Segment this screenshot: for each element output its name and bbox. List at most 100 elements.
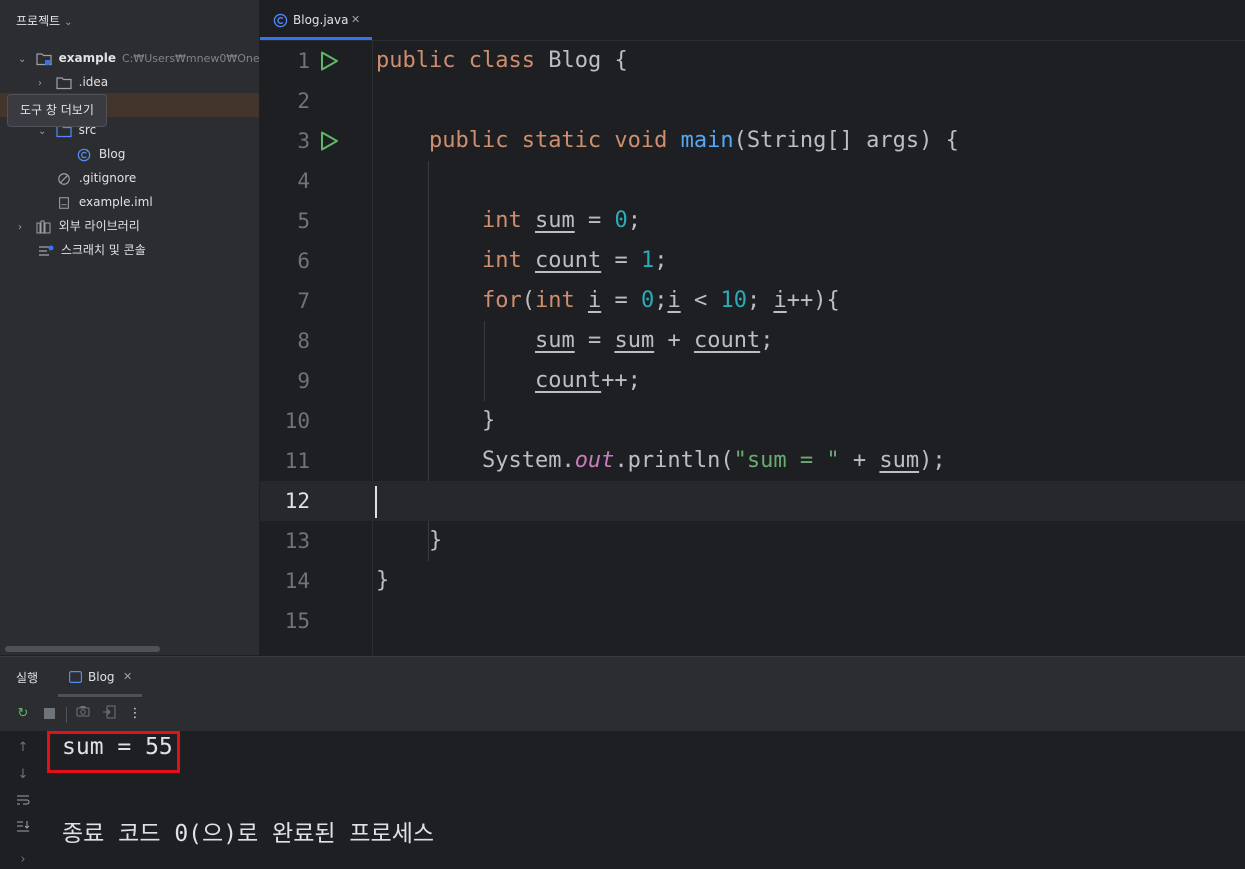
line-number: 7 — [297, 289, 310, 313]
line-number: 13 — [284, 529, 310, 553]
line-number: 6 — [297, 249, 310, 273]
tree-item-example[interactable]: ⌄ example C:₩Users₩mnew0₩OneDriv — [18, 46, 282, 70]
attach-icon[interactable] — [100, 705, 118, 723]
run-toolbar: ↻ ⋮ — [0, 697, 1245, 732]
run-panel-title: 실행 — [16, 671, 39, 685]
tree-item-label: example — [58, 51, 116, 65]
tree-item-external-libraries[interactable]: › 외부 라이브러리 — [18, 214, 140, 238]
line-number: 8 — [297, 329, 310, 353]
code-line: 10 } — [260, 401, 1245, 441]
tooltip: 도구 창 더보기 — [7, 94, 107, 127]
code-line: 3 public static void main(String[] args)… — [260, 121, 1245, 161]
current-code-line: 12 — [260, 481, 1245, 521]
ignored-file-icon — [58, 172, 70, 185]
editor-tab-bar: Blog.java ✕ — [260, 0, 1245, 41]
chevron-down-icon: ⌄ — [64, 17, 73, 28]
tree-item-label: example.iml — [78, 195, 153, 209]
module-folder-icon — [36, 52, 52, 65]
code-line: 7 for(int i = 0;i < 10; i++){ — [260, 281, 1245, 321]
code-line: 4 — [260, 161, 1245, 201]
code-line: 6 int count = 1; — [260, 241, 1245, 281]
code-line: 5 int sum = 0; — [260, 201, 1245, 241]
scroll-to-end-icon[interactable] — [14, 820, 32, 836]
more-options-icon[interactable]: ⋮ — [126, 705, 144, 723]
code-line: 14 } — [260, 561, 1245, 601]
code-line: 13 } — [260, 521, 1245, 561]
soft-wrap-icon[interactable] — [14, 794, 32, 810]
console-exit-message: 종료 코드 0(으)로 완료된 프로세스 — [62, 821, 435, 847]
module-file-icon — [59, 196, 69, 209]
chevron-right-icon[interactable]: › — [18, 216, 32, 240]
tree-item-label: .gitignore — [78, 171, 137, 185]
code-text: for(int i = 0;i < 10; i++){ — [481, 288, 840, 313]
arrow-down-icon[interactable]: ↓ — [14, 767, 32, 782]
folder-icon — [56, 76, 72, 89]
tree-item-example-iml[interactable]: example.iml — [56, 190, 153, 214]
run-panel-header: 실행 Blog ✕ — [0, 657, 1245, 697]
code-line: 15 — [260, 601, 1245, 641]
code-line: 8 sum = sum + count; — [260, 321, 1245, 361]
line-number: 12 — [284, 489, 310, 513]
tree-item-label: .idea — [78, 75, 109, 89]
code-text: public static void main(String[] args) { — [428, 128, 959, 153]
library-icon — [36, 220, 51, 233]
line-number: 14 — [284, 569, 310, 593]
line-number: 4 — [297, 169, 310, 193]
code-text: } — [376, 568, 390, 593]
console-side-toolbar: ↑ ↓ › — [0, 732, 45, 869]
tab-blog-java[interactable]: Blog.java ✕ — [260, 0, 372, 40]
line-number: 11 — [284, 449, 310, 473]
arrow-up-icon[interactable]: ↑ — [14, 740, 32, 755]
tree-item-label: 외부 라이브러리 — [58, 219, 140, 233]
code-text: public class Blog { — [376, 48, 628, 73]
console-icon — [69, 671, 82, 683]
code-text: sum = sum + count; — [534, 328, 774, 353]
tree-item-label: 스크래치 및 콘솔 — [60, 243, 146, 257]
horizontal-scrollbar[interactable] — [5, 646, 160, 652]
camera-icon[interactable] — [74, 705, 92, 723]
close-icon[interactable]: ✕ — [351, 0, 360, 40]
tab-label: Blog — [88, 670, 115, 684]
line-number: 5 — [297, 209, 310, 233]
tab-label: Blog.java — [293, 13, 349, 27]
project-panel-title: 프로젝트 — [16, 14, 61, 28]
java-class-icon — [273, 13, 288, 28]
tree-item-scratches[interactable]: 스크래치 및 콘솔 — [38, 238, 146, 262]
highlight-annotation-box — [47, 731, 180, 773]
tab-run-blog[interactable]: Blog ✕ — [58, 657, 142, 697]
code-line: 9 count++; — [260, 361, 1245, 401]
line-number: 9 — [297, 369, 310, 393]
java-class-icon — [77, 148, 91, 161]
tree-item-idea[interactable]: › .idea — [38, 70, 108, 94]
active-tab-indicator — [260, 37, 372, 40]
code-text: } — [481, 408, 496, 433]
scratches-icon — [39, 245, 54, 256]
code-text: System.out.println("sum = " + sum); — [481, 448, 946, 473]
project-panel: 프로젝트 ⌄ ⌄ example C:₩Users₩mnew0₩OneDriv › … — [0, 0, 282, 655]
close-icon[interactable]: ✕ — [123, 670, 132, 683]
run-gutter-icon[interactable] — [318, 130, 340, 152]
code-text: count++; — [534, 368, 641, 393]
line-number: 1 — [297, 49, 310, 73]
code-text: int count = 1; — [481, 248, 668, 273]
code-text: } — [428, 528, 443, 553]
project-view-selector[interactable]: 프로젝트 ⌄ — [16, 12, 73, 29]
rerun-icon[interactable]: ↻ — [14, 705, 32, 723]
tree-item-blog[interactable]: Blog — [76, 142, 125, 166]
code-line: 2 — [260, 81, 1245, 121]
code-line: 1 public class Blog { — [260, 41, 1245, 81]
chevron-right-icon[interactable]: › — [14, 852, 32, 867]
project-path: C:₩Users₩mnew0₩OneDriv — [121, 52, 283, 65]
code-text: int sum = 0; — [481, 208, 641, 233]
code-editor[interactable]: 1 public class Blog { 2 3 public static … — [260, 41, 1245, 655]
stop-icon[interactable] — [40, 705, 58, 723]
tree-item-label: Blog — [98, 147, 126, 161]
line-number: 15 — [284, 609, 310, 633]
chevron-down-icon[interactable]: ⌄ — [18, 48, 32, 72]
line-number: 10 — [284, 409, 310, 433]
toolbar-divider — [66, 707, 67, 723]
code-line: 11 System.out.println("sum = " + sum); — [260, 441, 1245, 481]
text-caret — [375, 486, 377, 518]
tree-item-gitignore[interactable]: .gitignore — [56, 166, 136, 190]
run-gutter-icon[interactable] — [318, 50, 340, 72]
